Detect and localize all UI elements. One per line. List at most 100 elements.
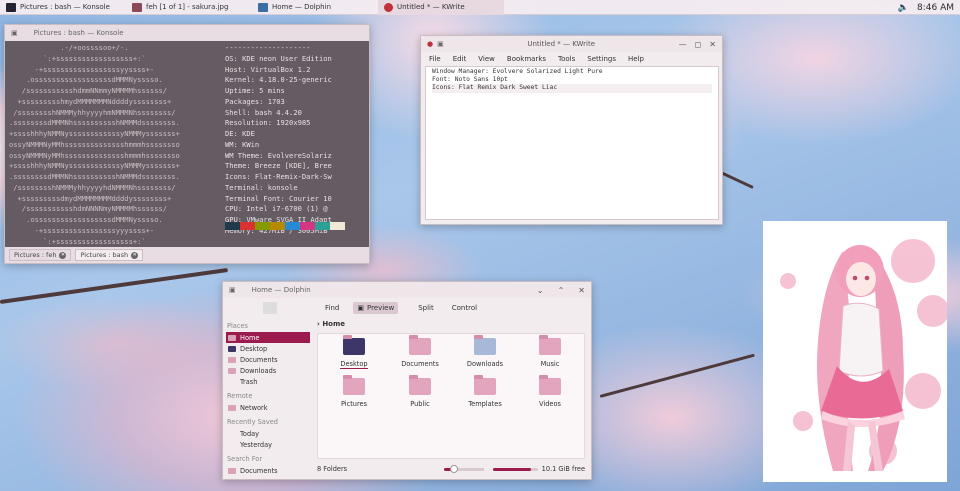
zoom-handle[interactable] [449, 464, 458, 473]
pin-icon[interactable]: ▣ [437, 40, 444, 48]
color-swatches [225, 222, 345, 230]
close-icon[interactable]: ✕ [59, 251, 67, 259]
dolphin-window-icon[interactable]: ▣ [229, 286, 236, 294]
maximize-icon[interactable]: ◻ [695, 40, 702, 49]
dolphin-title: Home — Dolphin [251, 286, 311, 294]
dolphin-toolbar: Find ▣ Preview Split Control [223, 298, 591, 318]
folder-pictures[interactable]: Pictures [324, 374, 384, 408]
info-line: WM Theme: EvolvereSolariz [225, 150, 332, 160]
task-kwrite[interactable]: Untitled * — KWrite [378, 0, 504, 15]
view-mode-button[interactable] [263, 302, 277, 314]
file-view[interactable]: Desktop Documents Downloads Music Pictur… [317, 333, 585, 459]
breadcrumb-home[interactable]: Home [322, 320, 345, 328]
color-swatch [255, 222, 270, 230]
task-dolphin[interactable]: Home — Dolphin [252, 0, 378, 15]
task-feh[interactable]: feh [1 of 1] - sakura.jpg [126, 0, 252, 15]
folder-downloads[interactable]: Downloads [455, 334, 515, 368]
konsole-titlebar[interactable]: ▣ Pictures : bash — Konsole [5, 25, 369, 41]
minimize-icon[interactable]: — [679, 40, 687, 49]
color-swatch [270, 222, 285, 230]
menu-bookmarks[interactable]: Bookmarks [507, 55, 546, 63]
minimize-icon[interactable]: ⌄ [537, 286, 544, 295]
public-folder-icon [409, 375, 431, 395]
folder-templates[interactable]: Templates [455, 374, 515, 408]
recent-header: Recently Saved [227, 418, 278, 426]
downloads-folder-icon [228, 367, 236, 374]
place-desktop[interactable]: Desktop [226, 343, 310, 354]
dolphin-icon [258, 2, 268, 12]
home-folder-icon [228, 334, 236, 341]
recent-yesterday[interactable]: Yesterday [226, 439, 310, 450]
place-label: Desktop [240, 344, 268, 353]
breadcrumb[interactable]: › Home [317, 320, 345, 328]
dolphin-titlebar[interactable]: ▣ Home — Dolphin ⌄ ⌃ ✕ [223, 282, 591, 298]
sakura-girl-image [763, 221, 947, 482]
search-header: Search For [227, 455, 263, 463]
system-tray: 🔈 8:46 AM [898, 0, 954, 15]
logo-line: -+ssssssssssssssssssyyssss+- [9, 64, 155, 74]
zoom-slider[interactable] [443, 464, 484, 473]
info-line: DE: KDE [225, 129, 255, 138]
folder-label: Pictures [340, 400, 368, 408]
split-button[interactable]: Split [414, 302, 438, 314]
tab-label: Pictures : feh [14, 251, 57, 259]
folder-public[interactable]: Public [390, 374, 450, 408]
kwrite-titlebar[interactable]: ● ▣ Untitled * — KWrite — ◻ ✕ [421, 36, 722, 52]
zoom-track [453, 467, 484, 471]
downloads-folder-icon [474, 335, 496, 355]
recent-today[interactable]: Today [226, 428, 310, 439]
task-label: Pictures : bash — Konsole [20, 3, 110, 11]
feh-image-viewer[interactable] [763, 221, 947, 482]
maximize-icon[interactable]: ⌃ [558, 286, 565, 295]
tab-pictures-feh[interactable]: Pictures : feh ✕ [9, 249, 72, 261]
places-header: Places [227, 322, 248, 330]
info-line: Uptime: 5 mins [225, 86, 285, 95]
folder-documents[interactable]: Documents [390, 334, 450, 368]
logo-line: .ossssssssssssssssssdMMMNysssso. [9, 215, 163, 224]
folder-music[interactable]: Music [520, 334, 580, 368]
tab-pictures-bash[interactable]: Pictures : bash ✕ [75, 249, 144, 261]
place-network[interactable]: Network [226, 402, 310, 413]
preview-button[interactable]: ▣ Preview [353, 302, 399, 314]
folder-label: Public [410, 400, 430, 408]
color-swatch [330, 222, 345, 230]
place-home[interactable]: Home [226, 332, 310, 343]
clock[interactable]: 8:46 AM [917, 3, 954, 13]
folder-label: Documents [401, 360, 439, 368]
menu-view[interactable]: View [478, 55, 495, 63]
logo-line: .-/+oossssoo+/-. [9, 43, 129, 52]
menu-help[interactable]: Help [628, 55, 644, 63]
folder-label: Desktop [340, 360, 368, 369]
konsole-tabs: Pictures : feh ✕ Pictures : bash ✕ [9, 249, 144, 261]
konsole-window-icon[interactable]: ▣ [11, 29, 18, 37]
remote-header: Remote [227, 392, 253, 400]
status-bar: 8 Folders 10.1 GiB free [317, 462, 585, 476]
menu-edit[interactable]: Edit [453, 55, 467, 63]
logo-line: /ssssssssssshdmNNNNmyNMMMMhssssss/ [9, 204, 168, 214]
find-button[interactable]: Find [321, 302, 343, 314]
text-editor[interactable]: Window Manager: Evolvere Solarized Light… [425, 66, 719, 220]
task-konsole[interactable]: Pictures : bash — Konsole [0, 0, 126, 15]
folder-videos[interactable]: Videos [520, 374, 580, 408]
terminal-output[interactable]: .-/+oossssoo+/-. `:+ssssssssssssssssss+:… [5, 41, 369, 247]
kwrite-icon [384, 2, 393, 12]
folder-desktop[interactable]: Desktop [324, 334, 384, 369]
menu-tools[interactable]: Tools [558, 55, 575, 63]
editor-line: Icons: Flat Remix Dark Sweet Liac [432, 84, 712, 93]
menu-file[interactable]: File [429, 55, 441, 63]
info-line: -------------------- [225, 43, 311, 52]
network-folder-icon [228, 404, 236, 411]
control-button[interactable]: Control [448, 302, 481, 314]
music-folder-icon [539, 335, 561, 355]
place-downloads[interactable]: Downloads [226, 365, 310, 376]
close-icon[interactable]: ✕ [131, 251, 139, 259]
menu-settings[interactable]: Settings [587, 55, 616, 63]
place-trash[interactable]: Trash [226, 376, 310, 387]
close-icon[interactable]: ✕ [578, 286, 585, 295]
kwrite-app-icon[interactable]: ● [427, 40, 433, 48]
close-icon[interactable]: ✕ [709, 40, 716, 49]
search-documents[interactable]: Documents [226, 465, 310, 476]
place-documents[interactable]: Documents [226, 354, 310, 365]
logo-line: .ossssssssssssssssssdMMMNysssso. [9, 75, 163, 85]
speaker-icon[interactable]: 🔈 [898, 3, 909, 13]
